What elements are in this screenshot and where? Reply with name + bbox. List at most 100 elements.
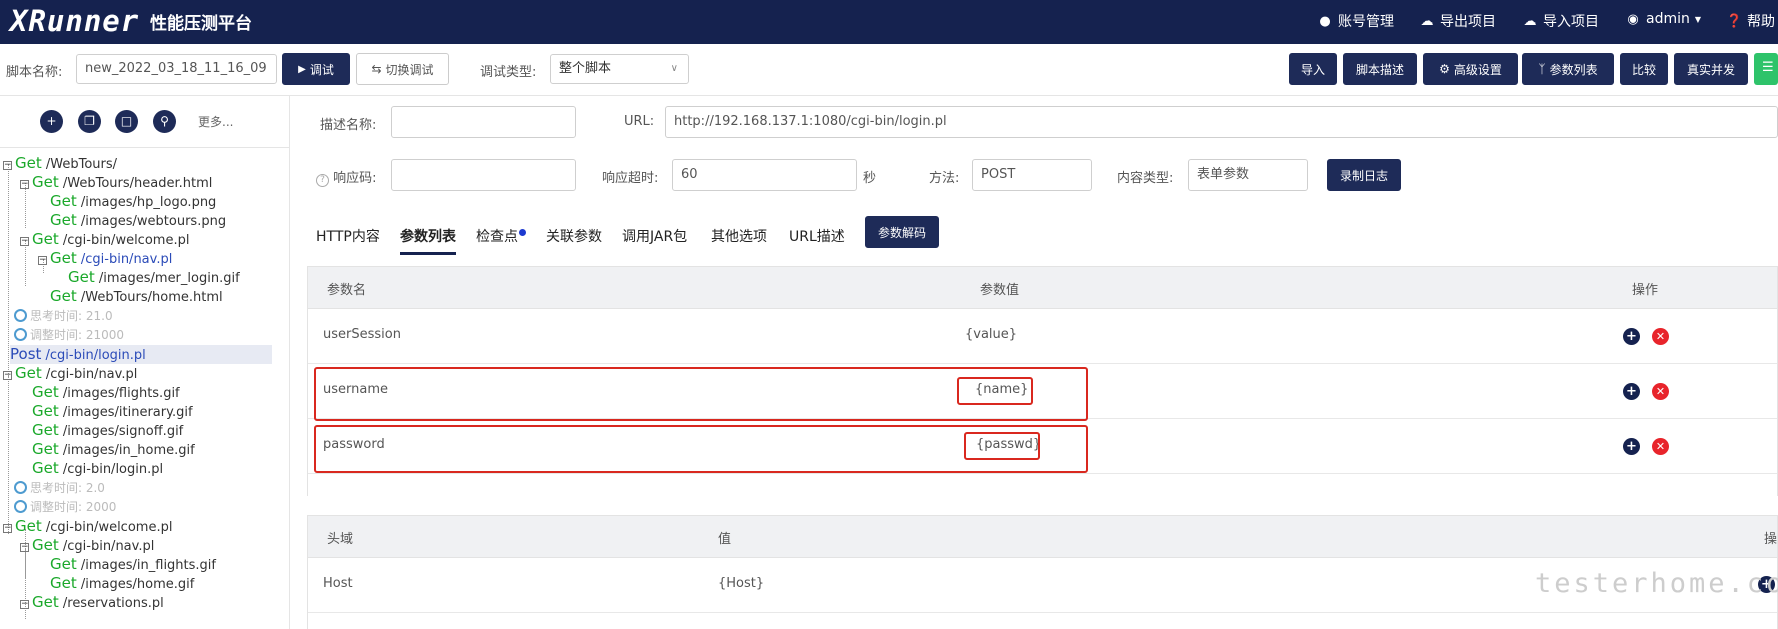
param-decode-button[interactable]: 参数解码 — [865, 216, 939, 248]
nav-import-project[interactable]: ☁ 导入项目 — [1522, 11, 1600, 31]
delete-row-icon[interactable]: ✕ — [1652, 383, 1669, 400]
debug-button[interactable]: ▶ 调试 — [282, 53, 350, 85]
clock-icon — [14, 500, 27, 513]
tree-node[interactable]: Get /images/mer_login.gif — [68, 268, 240, 287]
clock-icon — [14, 328, 27, 341]
clock-icon — [14, 309, 27, 322]
tab-correlation-params[interactable]: 关联参数 — [546, 226, 602, 246]
tree-node[interactable]: − Get /WebTours/ — [3, 154, 117, 173]
nav-help[interactable]: ❓ 帮助 — [1726, 11, 1775, 31]
timeout-unit: 秒 — [863, 171, 877, 186]
header-name[interactable]: Host — [323, 576, 353, 591]
tab-param-list[interactable]: 参数列表 — [400, 226, 456, 246]
tab-other-options[interactable]: 其他选项 — [711, 226, 767, 246]
nav-label: 导入项目 — [1543, 14, 1599, 30]
top-bar: XRunner 性能压测平台 ● 账号管理 ☁ 导出项目 ☁ 导入项目 ◉ ad… — [0, 0, 1778, 44]
tree-node[interactable]: Get /images/home.gif — [50, 574, 194, 593]
tree-node[interactable]: Get /images/flights.gif — [32, 383, 180, 402]
think-time-node[interactable]: 思考时间: 21.0 — [14, 307, 113, 326]
nav-export-project[interactable]: ☁ 导出项目 — [1419, 11, 1497, 31]
debug-button-label: 调试 — [309, 62, 334, 77]
real-concurrency-button[interactable]: 真实并发 — [1674, 53, 1748, 85]
url-input[interactable]: http://192.168.137.1:1080/cgi-bin/login.… — [665, 106, 1778, 138]
timeout-label: 响应超时: — [602, 171, 659, 186]
collapse-icon: − — [3, 523, 12, 533]
adjust-time-node[interactable]: 调整时间: 21000 — [14, 326, 124, 345]
desc-name-input[interactable] — [391, 106, 576, 138]
tree-node[interactable]: Get /images/hp_logo.png — [50, 192, 216, 211]
tree-node[interactable]: − Get /cgi-bin/nav.pl — [38, 249, 172, 268]
platform-title: 性能压测平台 — [150, 14, 252, 34]
tree-guide — [8, 164, 9, 534]
nav-account-management[interactable]: ● 账号管理 — [1317, 11, 1394, 31]
param-list-button[interactable]: ᛉ 参数列表 — [1522, 53, 1614, 85]
tree-node[interactable]: − Get /cgi-bin/nav.pl — [20, 536, 154, 555]
delete-row-icon[interactable]: ✕ — [1652, 328, 1669, 345]
col-header-value: 值 — [718, 532, 732, 547]
more-link[interactable]: 更多... — [198, 113, 233, 130]
tab-http-content[interactable]: HTTP内容 — [316, 226, 380, 246]
add-row-icon[interactable]: + — [1623, 383, 1640, 400]
param-value[interactable]: {value} — [965, 327, 1017, 342]
tree-node[interactable]: − Get /cgi-bin/welcome.pl — [20, 230, 189, 249]
collapse-icon: − — [20, 542, 29, 552]
tree-node[interactable]: Get /cgi-bin/login.pl — [32, 459, 163, 478]
think-time-node[interactable]: 思考时间: 2.0 — [14, 479, 105, 498]
tab-call-jar[interactable]: 调用JAR包 — [622, 226, 687, 246]
desc-name-label: 描述名称: — [320, 118, 377, 133]
add-row-icon[interactable]: + — [1623, 438, 1640, 455]
tree-node[interactable]: Get /images/in_flights.gif — [50, 555, 216, 574]
tree-node[interactable]: − Get /reservations.pl — [20, 593, 164, 612]
col-actions: 操作 — [1632, 283, 1659, 298]
method-input[interactable]: POST — [972, 159, 1092, 191]
tree-node[interactable]: Get /images/signoff.gif — [32, 421, 183, 440]
menu-button[interactable]: ☰ — [1754, 53, 1778, 85]
timeout-input[interactable]: 60 — [672, 159, 857, 191]
caret-down-icon: ▼ — [1694, 14, 1702, 24]
nav-label: admin — [1646, 11, 1690, 27]
param-name[interactable]: userSession — [323, 327, 401, 342]
collapse-icon: − — [38, 255, 47, 265]
header-value[interactable]: {Host} — [718, 576, 764, 591]
advanced-settings-button[interactable]: ⚙ 高级设置 — [1423, 53, 1518, 85]
tree-node[interactable]: Get /WebTours/home.html — [50, 287, 223, 306]
tree-node[interactable]: Get /images/itinerary.gif — [32, 402, 193, 421]
url-label: URL: — [624, 114, 655, 129]
import-button[interactable]: 导入 — [1289, 53, 1337, 85]
tree-node[interactable]: Get /images/webtours.png — [50, 211, 226, 230]
request-editor: 描述名称: URL: http://192.168.137.1:1080/cgi… — [290, 96, 1778, 629]
file-icon[interactable]: □ — [115, 110, 138, 133]
switch-icon: ⇆ — [371, 62, 382, 76]
col-param-name: 参数名 — [327, 283, 367, 298]
content-type-input[interactable]: 表单参数 — [1188, 159, 1308, 191]
copy-icon[interactable]: ❐ — [78, 110, 101, 133]
script-name-input[interactable]: new_2022_03_18_11_16_09 — [76, 54, 277, 84]
search-icon[interactable]: ⚲ — [153, 110, 176, 133]
record-log-button[interactable]: 录制日志 — [1327, 159, 1401, 191]
script-description-button[interactable]: 脚本描述 — [1343, 53, 1417, 85]
question-circle-icon: ? — [316, 174, 329, 187]
help-icon: ❓ — [1726, 13, 1743, 29]
tree-node[interactable]: − Get /cgi-bin/nav.pl — [3, 364, 137, 383]
tree-node-selected[interactable]: Post /cgi-bin/login.pl — [10, 345, 272, 364]
debug-type-select[interactable]: 整个脚本 ∨ — [550, 54, 689, 84]
tree-node[interactable]: − Get /cgi-bin/welcome.pl — [3, 517, 172, 536]
adjust-time-node[interactable]: 调整时间: 2000 — [14, 498, 116, 517]
debug-type-value: 整个脚本 — [559, 61, 612, 76]
tab-url-description[interactable]: URL描述 — [789, 226, 845, 246]
compare-button[interactable]: 比较 — [1620, 53, 1668, 85]
tree-node[interactable]: − Get /WebTours/header.html — [20, 173, 212, 192]
play-icon: ▶ — [298, 63, 306, 75]
resp-code-input[interactable] — [391, 159, 576, 191]
col-param-value: 参数值 — [980, 283, 1020, 298]
request-tabs: HTTP内容 参数列表 检查点 关联参数 调用JAR包 其他选项 URL描述 参… — [290, 216, 1778, 256]
table-row: userSession {value} + ✕ — [308, 309, 1777, 364]
nav-user-menu[interactable]: ◉ admin ▼ — [1625, 11, 1701, 27]
delete-row-icon[interactable]: ✕ — [1652, 438, 1669, 455]
app-logo: XRunner — [10, 4, 140, 38]
tree-node[interactable]: Get /images/in_home.gif — [32, 440, 195, 459]
add-icon[interactable]: + — [40, 110, 63, 133]
switch-debug-button[interactable]: ⇆ 切换调试 — [356, 53, 449, 85]
tab-checkpoint[interactable]: 检查点 — [476, 226, 526, 246]
add-row-icon[interactable]: + — [1623, 328, 1640, 345]
